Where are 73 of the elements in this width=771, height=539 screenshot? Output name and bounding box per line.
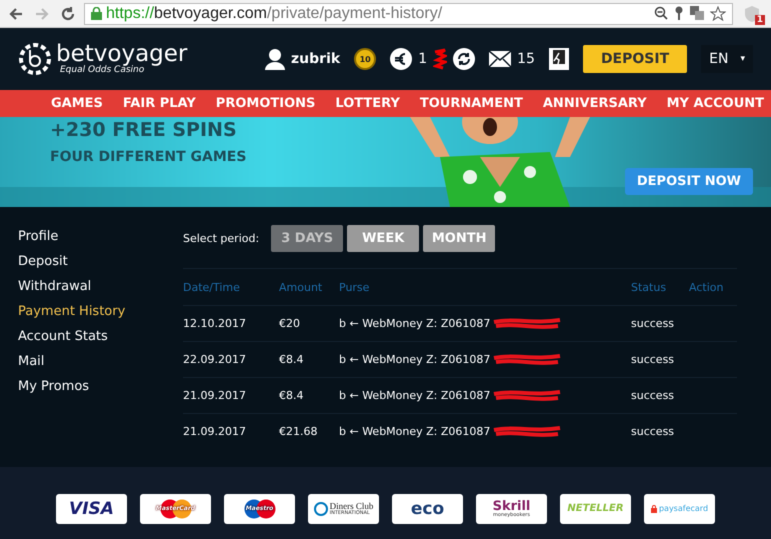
- translate-icon[interactable]: [690, 6, 704, 20]
- address-bar[interactable]: https://betvoyager.com/private/payment-history/: [84, 2, 733, 24]
- banner-subline: FOUR DIFFERENT GAMES: [50, 149, 246, 165]
- lock-icon: [650, 505, 657, 513]
- payment-brand-label: paysafecard: [658, 505, 708, 513]
- mail-icon[interactable]: [489, 51, 512, 67]
- payment-brand-label: Diners Club: [330, 502, 374, 511]
- nav-link[interactable]: MY ACCOUNT: [666, 96, 764, 111]
- nav-link[interactable]: GAMES: [51, 96, 103, 111]
- column-header: Amount: [279, 268, 339, 305]
- user-icon[interactable]: [265, 48, 286, 70]
- diners-logo-icon: [314, 502, 328, 516]
- payment-brand-label: eco: [410, 500, 444, 518]
- sidebar-link[interactable]: Deposit: [18, 254, 183, 269]
- redaction-mark: [433, 48, 448, 70]
- star-icon[interactable]: [710, 6, 726, 21]
- table-cell: €20: [279, 305, 339, 341]
- column-header: Status: [631, 268, 689, 305]
- table-cell: b ← WebMoney Z: Z061087: [339, 341, 631, 377]
- table-cell: b ← WebMoney Z: Z061087: [339, 413, 631, 449]
- table-cell: b ← WebMoney Z: Z061087: [339, 377, 631, 413]
- sidebar-link[interactable]: My Promos: [18, 379, 183, 394]
- key-icon[interactable]: [674, 6, 684, 20]
- sidebar-link[interactable]: Mail: [18, 354, 183, 369]
- redaction-mark: [492, 388, 562, 402]
- period-label: Select period:: [183, 232, 260, 245]
- logo-icon: [18, 42, 52, 76]
- nav-link[interactable]: PROMOTIONS: [216, 96, 316, 111]
- logo-text: betvoyager: [56, 43, 188, 66]
- column-header: Date/Time: [183, 268, 279, 305]
- payment-brand-label: Skrill: [492, 500, 530, 513]
- exit-icon[interactable]: [548, 48, 569, 70]
- lock-icon: [91, 7, 102, 20]
- nav-link[interactable]: ANNIVERSARY: [542, 96, 647, 111]
- zoom-out-icon[interactable]: [654, 6, 668, 20]
- table-cell: 21.09.2017: [183, 413, 279, 449]
- euro-icon[interactable]: [390, 48, 412, 70]
- table-cell: success: [631, 377, 689, 413]
- sidebar-link[interactable]: Profile: [18, 229, 183, 244]
- balance-amount: 1: [418, 51, 428, 67]
- url-text: https://betvoyager.com/private/payment-history/: [106, 4, 442, 22]
- redaction-mark: [492, 352, 562, 366]
- table-cell: €8.4: [279, 377, 339, 413]
- redaction-mark: [492, 316, 562, 330]
- language-select[interactable]: EN ▾: [701, 45, 753, 73]
- extension-button[interactable]: 1: [739, 2, 765, 24]
- message-count[interactable]: 15: [517, 51, 535, 67]
- column-header: Purse: [339, 268, 631, 305]
- redaction-mark: [492, 424, 562, 438]
- refresh-icon[interactable]: [453, 48, 476, 70]
- table-cell: 12.10.2017: [183, 305, 279, 341]
- username[interactable]: zubrik: [291, 51, 340, 67]
- table-cell: success: [631, 305, 689, 341]
- column-header: Action: [689, 268, 737, 305]
- payment-brand-label: NETELLER: [567, 504, 624, 514]
- table-cell: b ← WebMoney Z: Z061087: [339, 305, 631, 341]
- table-cell: €8.4: [279, 341, 339, 377]
- table-cell: success: [631, 341, 689, 377]
- payment-brand-label: VISA: [69, 500, 114, 518]
- nav-link[interactable]: FAIR PLAY: [122, 96, 196, 111]
- table-cell: success: [631, 413, 689, 449]
- nav-link[interactable]: LOTTERY: [335, 96, 400, 111]
- sidebar-link[interactable]: Account Stats: [18, 329, 183, 344]
- nav-link[interactable]: TOURNAMENT: [420, 96, 523, 111]
- banner-headline: +230 FREE SPINS: [50, 119, 237, 141]
- sidebar-link[interactable]: Withdrawal: [18, 279, 183, 294]
- deposit-button[interactable]: DEPOSIT: [582, 45, 688, 73]
- coin-badge[interactable]: 10: [354, 48, 376, 70]
- logo-tagline: Equal Odds Casino: [60, 66, 144, 75]
- table-cell: 21.09.2017: [183, 377, 279, 413]
- sidebar-link[interactable]: Payment History: [18, 304, 183, 319]
- table-cell: 22.09.2017: [183, 341, 279, 377]
- table-cell: €21.68: [279, 413, 339, 449]
